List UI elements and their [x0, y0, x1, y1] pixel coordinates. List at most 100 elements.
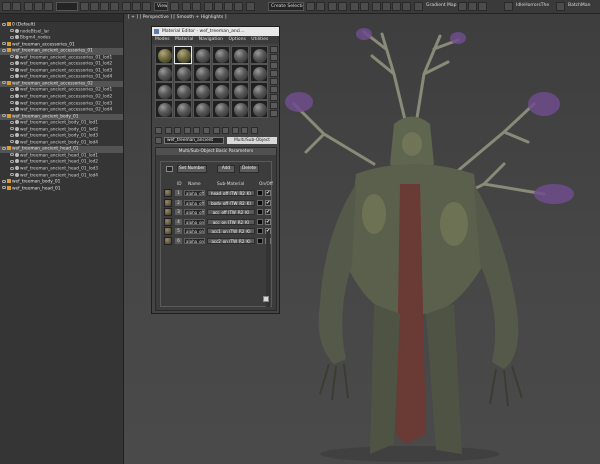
spinner-snap-icon[interactable]	[234, 2, 243, 11]
submaterial-button[interactable]: acc_on (TW_R2_K)	[207, 218, 255, 225]
sample-type-icon[interactable]	[270, 46, 278, 53]
angle-snap-icon[interactable]	[214, 2, 223, 11]
material-editor-icon[interactable]	[372, 2, 381, 11]
rendered-frame-icon[interactable]	[392, 2, 401, 11]
visibility-icon[interactable]	[10, 87, 14, 91]
submaterial-swatch[interactable]	[164, 189, 172, 197]
visibility-icon[interactable]	[2, 114, 6, 118]
submaterial-on-checkbox[interactable]: ✔	[265, 209, 271, 215]
material-sample-slot[interactable]	[193, 46, 211, 64]
select-icon[interactable]	[80, 2, 89, 11]
scene-explorer-icon[interactable]	[338, 2, 347, 11]
material-sample-slot[interactable]	[155, 64, 173, 82]
menu-navigation[interactable]: Navigation	[199, 37, 223, 42]
visibility-icon[interactable]	[10, 166, 14, 170]
assign-to-selection-icon[interactable]	[174, 127, 182, 134]
make-preview-icon[interactable]	[270, 86, 278, 93]
video-color-check-icon[interactable]	[270, 78, 278, 85]
submaterial-name-input[interactable]: alpha_off	[184, 199, 205, 206]
background-icon[interactable]	[270, 62, 278, 69]
options-icon[interactable]	[270, 94, 278, 101]
submaterial-color-swatch[interactable]	[257, 237, 263, 244]
visibility-icon[interactable]	[2, 179, 6, 183]
gradient-map-label[interactable]: Gradient Map	[426, 3, 457, 8]
scroll-handle[interactable]	[263, 296, 269, 302]
undo-icon[interactable]	[2, 2, 11, 11]
material-sample-slot[interactable]	[193, 100, 211, 118]
menu-material[interactable]: Material	[175, 37, 193, 42]
rect-select-icon[interactable]	[100, 2, 109, 11]
set-number-button[interactable]: Set Number	[177, 165, 207, 173]
submaterial-name-input[interactable]: alpha_off	[184, 190, 205, 196]
batch-icon[interactable]	[556, 2, 565, 11]
material-sample-slot[interactable]	[250, 100, 268, 118]
pivot-icon[interactable]	[170, 2, 179, 11]
material-sample-slot[interactable]	[212, 82, 230, 100]
visibility-icon[interactable]	[10, 107, 14, 111]
material-sample-slot[interactable]	[250, 46, 268, 64]
submaterial-color-swatch[interactable]	[257, 199, 263, 206]
material-sample-slot[interactable]	[193, 64, 211, 82]
named-selection-input[interactable]: Create Selection Se	[268, 2, 304, 11]
submaterial-on-checkbox[interactable]: ✔	[265, 190, 271, 196]
submaterial-button[interactable]: acc2_on (TW_R2_K)	[207, 237, 255, 244]
render-setup-icon[interactable]	[382, 2, 391, 11]
col-header-submaterial[interactable]: Sub-Material	[217, 182, 244, 187]
submaterial-color-swatch[interactable]	[257, 218, 263, 225]
visibility-icon[interactable]	[2, 22, 6, 26]
unlink-icon[interactable]	[34, 2, 43, 11]
submaterial-swatch[interactable]	[164, 236, 172, 245]
select-by-name-icon[interactable]	[90, 2, 99, 11]
show-shaded-icon[interactable]	[222, 127, 230, 134]
tree-row[interactable]: wef_treeman_head_01	[0, 185, 123, 193]
material-type-button[interactable]: Multi/Sub-Object	[227, 137, 277, 144]
bind-icon[interactable]	[44, 2, 53, 11]
submaterial-color-swatch[interactable]	[257, 190, 263, 196]
put-to-scene-icon[interactable]	[164, 127, 172, 134]
show-end-result-icon[interactable]	[231, 127, 239, 134]
menu-options[interactable]: Options	[228, 37, 245, 42]
submaterial-button[interactable]: head_off (TW_R2_K)	[207, 190, 255, 196]
material-sample-slot[interactable]	[231, 46, 249, 64]
submaterial-color-swatch[interactable]	[257, 209, 263, 215]
submaterial-swatch[interactable]	[164, 198, 172, 207]
material-sample-slot[interactable]	[212, 46, 230, 64]
material-sample-slot[interactable]	[174, 46, 192, 64]
visibility-icon[interactable]	[10, 61, 14, 65]
material-sample-slot[interactable]	[174, 82, 192, 100]
link-icon[interactable]	[24, 2, 33, 11]
submaterial-name-input[interactable]: alpha_on	[184, 237, 205, 244]
idle-horrors-icon[interactable]	[504, 2, 513, 11]
view-dropdown[interactable]: View	[154, 2, 168, 11]
visibility-icon[interactable]	[10, 101, 14, 105]
visibility-icon[interactable]	[10, 94, 14, 98]
snap-icon[interactable]	[204, 2, 213, 11]
visibility-icon[interactable]	[10, 173, 14, 177]
material-id-channel-icon[interactable]	[212, 127, 220, 134]
redo-icon[interactable]	[12, 2, 21, 11]
script-icon-2[interactable]	[468, 2, 477, 11]
visibility-icon[interactable]	[10, 159, 14, 163]
pick-material-icon[interactable]	[155, 137, 162, 144]
layer-manager-icon[interactable]	[328, 2, 337, 11]
submaterial-name-input[interactable]: alpha_on	[184, 218, 205, 225]
align-icon[interactable]	[316, 2, 325, 11]
delete-button[interactable]: Delete	[239, 165, 259, 173]
submaterial-button[interactable]: acc_off (TW_R2_K)	[207, 209, 255, 215]
material-editor-titlebar[interactable]: Material Editor - wef_treeman_anci...	[152, 27, 279, 36]
visibility-icon[interactable]	[10, 153, 14, 157]
move-icon[interactable]	[122, 2, 131, 11]
menu-utilities[interactable]: Utilities	[251, 37, 268, 42]
rotate-icon[interactable]	[132, 2, 141, 11]
curve-editor-icon[interactable]	[350, 2, 359, 11]
go-to-parent-icon[interactable]	[241, 127, 249, 134]
script-icon[interactable]	[458, 2, 467, 11]
submaterial-swatch[interactable]	[164, 217, 172, 226]
submaterial-on-checkbox[interactable]: ✔	[265, 218, 271, 225]
col-header-id[interactable]: ID	[177, 182, 182, 187]
visibility-icon[interactable]	[10, 29, 14, 33]
material-sample-slot[interactable]	[155, 82, 173, 100]
material-sample-slot[interactable]	[250, 64, 268, 82]
window-crossing-icon[interactable]	[110, 2, 119, 11]
get-material-icon[interactable]	[155, 127, 162, 134]
